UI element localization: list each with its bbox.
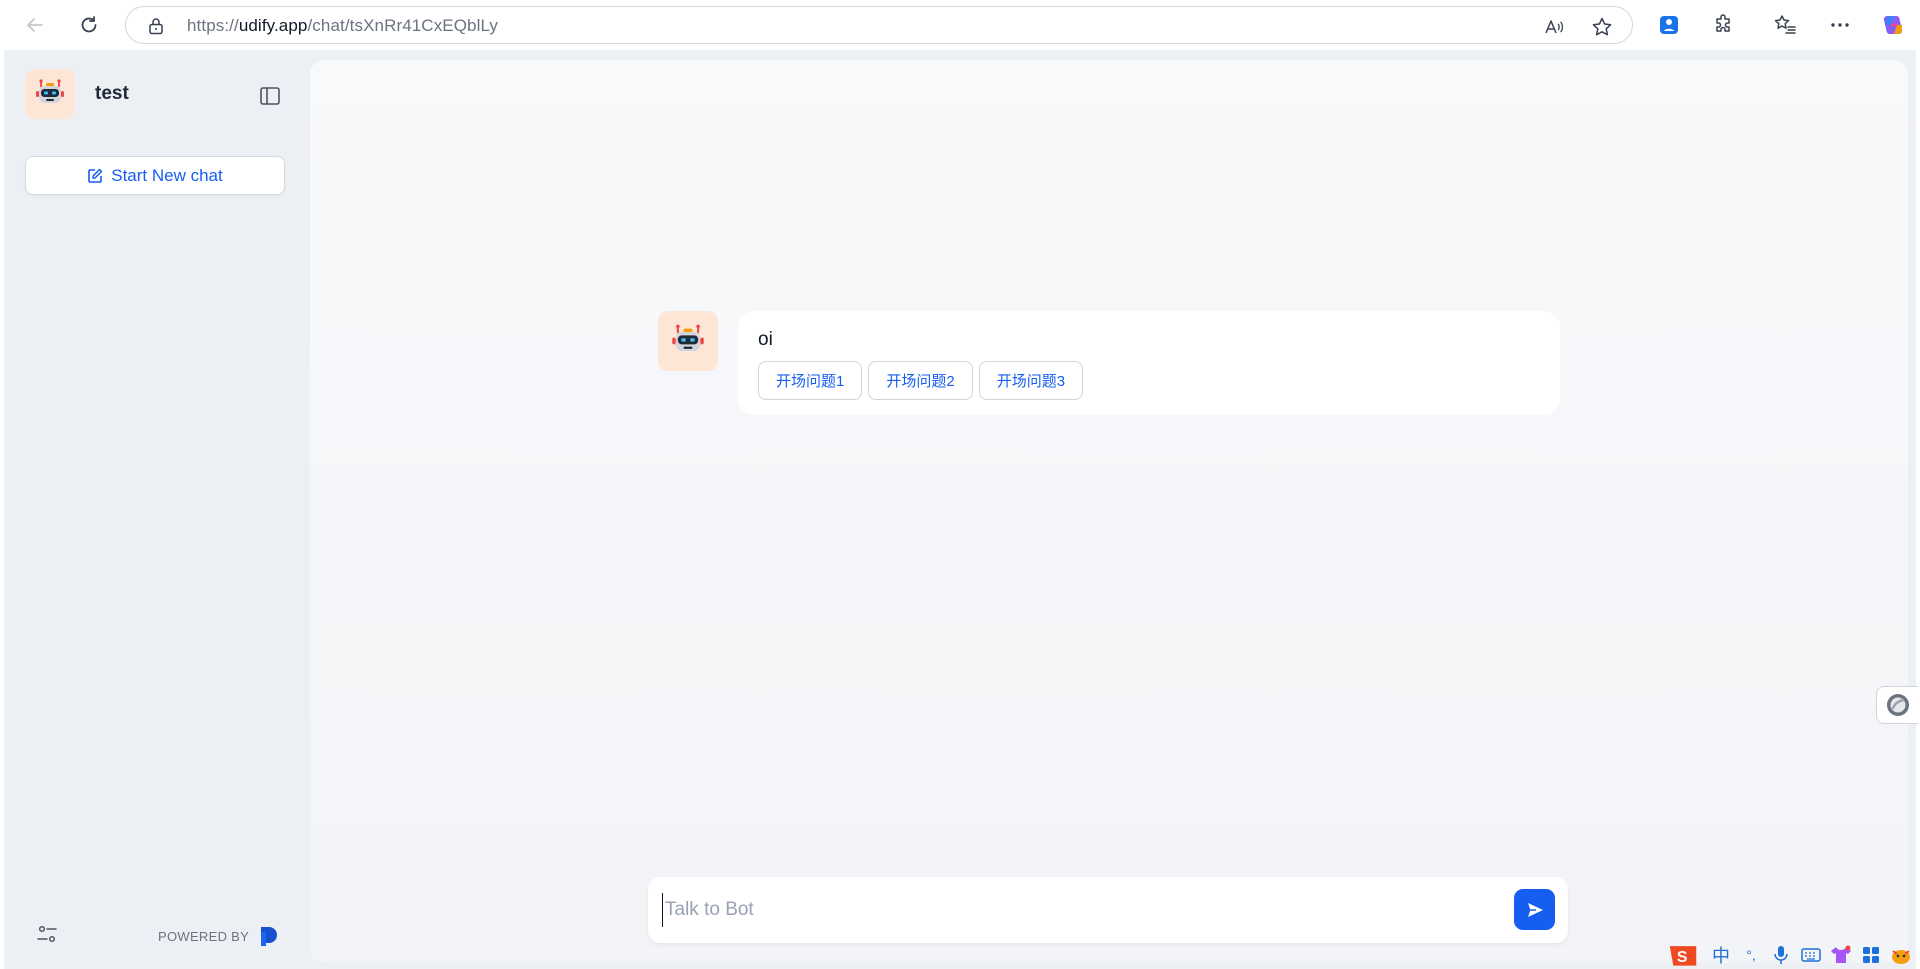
powered-by-label: POWERED BY <box>158 928 250 944</box>
robot-icon <box>36 79 64 103</box>
bot-message-avatar <box>658 311 718 371</box>
ime-toolbar: S 中 °, <box>1668 940 1920 969</box>
lock-icon <box>148 17 164 40</box>
url-prefix: https:// <box>187 16 239 35</box>
toolbox-grid-icon[interactable] <box>1856 940 1886 969</box>
skin-shirt-icon[interactable] <box>1826 940 1856 969</box>
suggested-question-1[interactable]: 开场问题1 <box>758 361 863 400</box>
suggested-questions: 开场问题1 开场问题2 开场问题3 <box>758 361 1084 400</box>
copilot-icon[interactable] <box>1880 11 1908 39</box>
favorites-list-icon[interactable] <box>1771 11 1799 39</box>
profile-extension-icon[interactable] <box>1655 11 1683 39</box>
reload-button[interactable] <box>74 10 104 40</box>
sidebar: test Start New chat POWERED BY <box>4 50 310 969</box>
ime-mascot-icon[interactable] <box>1886 940 1916 969</box>
sliders-icon <box>37 925 57 943</box>
sidebar-toggle-icon <box>260 87 280 105</box>
read-aloud-icon[interactable] <box>1543 16 1565 38</box>
start-new-chat-label: Start New chat <box>111 165 223 185</box>
suggested-question-2[interactable]: 开场问题2 <box>868 361 973 400</box>
edit-icon <box>87 168 103 184</box>
favorite-star-icon[interactable] <box>1591 16 1613 38</box>
chat-main-panel: oi 开场问题1 开场问题2 开场问题3 <box>310 60 1908 963</box>
more-options-icon[interactable] <box>1826 11 1854 39</box>
start-new-chat-button[interactable]: Start New chat <box>25 156 285 195</box>
browser-toolbar: https://udify.app/chat/tsXnRr41CxEQblLy <box>0 0 1920 50</box>
extensions-puzzle-icon[interactable] <box>1710 11 1738 39</box>
reload-icon <box>81 16 97 33</box>
url-text: https://udify.app/chat/tsXnRr41CxEQblLy <box>187 16 498 36</box>
url-path: /chat/tsXnRr41CxEQblLy <box>307 16 499 35</box>
suggested-question-3[interactable]: 开场问题3 <box>978 361 1084 400</box>
send-icon <box>1527 902 1543 917</box>
address-bar[interactable]: https://udify.app/chat/tsXnRr41CxEQblLy <box>125 6 1633 44</box>
sogou-ime-logo-icon[interactable]: S <box>1668 940 1698 969</box>
keyboard-icon[interactable] <box>1796 940 1826 969</box>
dify-logo-icon <box>258 925 280 947</box>
ime-punctuation[interactable]: °, <box>1736 940 1766 969</box>
collapse-sidebar-button[interactable] <box>259 86 281 106</box>
url-host: udify.app <box>238 16 308 35</box>
app-name: test <box>95 83 129 104</box>
chat-app: test Start New chat POWERED BY oi 开场问题1 … <box>4 50 1916 969</box>
svg-text:S: S <box>1677 949 1688 966</box>
ime-chinese-mode[interactable]: 中 <box>1706 940 1736 969</box>
powered-by: POWERED BY <box>158 925 280 947</box>
robot-icon <box>672 324 704 352</box>
assistant-orb-icon <box>1886 694 1909 716</box>
chat-input-box <box>648 877 1568 943</box>
microphone-icon[interactable] <box>1766 940 1796 969</box>
back-button[interactable] <box>20 10 50 40</box>
back-arrow-icon <box>27 18 43 32</box>
settings-button[interactable] <box>36 923 58 945</box>
bot-greeting-text: oi <box>758 329 773 350</box>
bot-message-bubble: oi 开场问题1 开场问题2 开场问题3 <box>738 311 1560 415</box>
chat-input[interactable] <box>662 893 1492 927</box>
send-button[interactable] <box>1514 889 1555 930</box>
floating-assistant-button[interactable] <box>1876 686 1918 724</box>
app-brand: test <box>25 69 129 119</box>
app-avatar <box>25 69 75 119</box>
